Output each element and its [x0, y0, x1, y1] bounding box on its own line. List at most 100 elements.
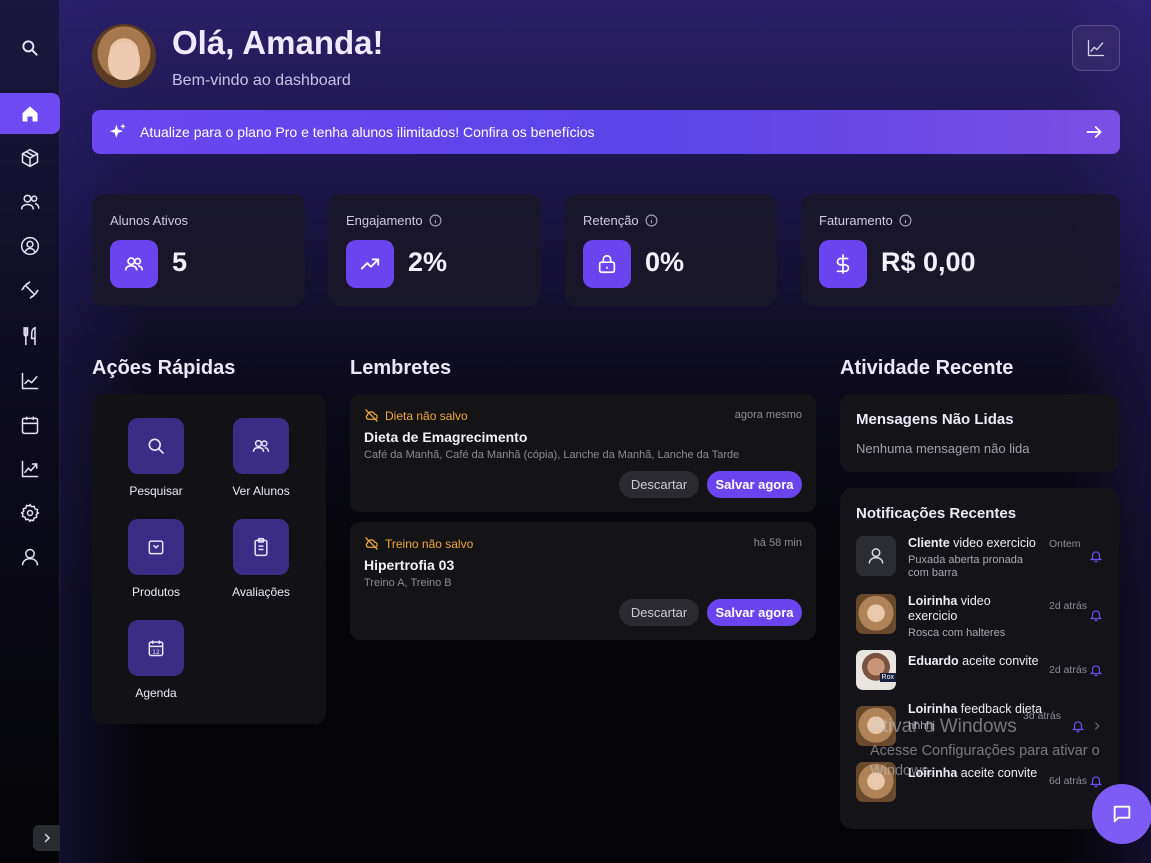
stat-badge	[583, 240, 631, 288]
bell-icon[interactable]	[1089, 549, 1103, 563]
unread-messages-title: Mensagens Não Lidas	[856, 411, 1014, 428]
sidebar-item-workouts[interactable]	[10, 273, 50, 307]
stat-value: 0%	[645, 247, 685, 277]
sidebar-item-diets[interactable]	[10, 319, 50, 353]
info-icon[interactable]	[899, 214, 912, 227]
quick-action-label: Avaliações	[232, 585, 290, 599]
stat-label: Retenção	[583, 213, 658, 228]
quick-action-tile[interactable]	[233, 418, 289, 474]
dumbbell-icon	[21, 281, 39, 299]
quick-actions-panel: Pesquisar Ver Alunos Produtos Avaliações…	[92, 394, 326, 724]
notifications-title: Notificações Recentes	[856, 505, 1017, 522]
notification-subtext: Puxada aberta pronada com barra	[908, 554, 1023, 579]
notification-item[interactable]: Eduardo aceite convite 2d atrás	[856, 650, 1111, 690]
reminder-subtitle: Treino A, Treino B	[364, 577, 452, 589]
box-icon	[21, 148, 39, 168]
sidebar-item-calendar[interactable]	[10, 408, 50, 442]
user-icon	[21, 548, 39, 566]
stat-card-retention: Retenção 0%	[565, 194, 777, 306]
sidebar	[0, 0, 60, 863]
sidebar-item-account[interactable]	[10, 540, 50, 574]
utensils-icon	[23, 326, 36, 346]
stat-value: R$ 0,00	[881, 247, 976, 277]
quick-action-tile[interactable]	[128, 418, 184, 474]
page-title: Olá, Amanda!	[172, 24, 384, 61]
info-icon[interactable]	[429, 214, 442, 227]
quick-action-students[interactable]: Ver Alunos	[211, 418, 311, 498]
sidebar-item-home[interactable]	[10, 97, 50, 131]
sidebar-item-products[interactable]	[10, 141, 50, 175]
user-avatar[interactable]	[92, 24, 156, 88]
sidebar-item-settings[interactable]	[10, 496, 50, 530]
analytics-button[interactable]	[1072, 25, 1120, 71]
upgrade-banner[interactable]: Atualize para o plano Pro e tenha alunos…	[92, 110, 1120, 154]
quick-action-tile[interactable]: 12	[128, 620, 184, 676]
stat-card-revenue: Faturamento R$ 0,00	[801, 194, 1120, 306]
notification-avatar	[856, 650, 896, 690]
recent-activity-title: Atividade Recente	[840, 357, 1014, 379]
cloud-off-icon	[365, 537, 378, 550]
save-now-button[interactable]: Salvar agora	[707, 471, 802, 498]
search-icon	[148, 438, 164, 454]
cloud-off-icon	[365, 409, 378, 422]
page-subtitle: Bem-vindo ao dashboard	[172, 72, 351, 89]
sidebar-item-progress[interactable]	[10, 364, 50, 398]
home-icon	[22, 106, 38, 122]
sidebar-item-analytics[interactable]	[10, 452, 50, 486]
quick-action-assessments[interactable]: Avaliações	[211, 519, 311, 599]
notification-item[interactable]: Cliente video exercicio Puxada aberta pro…	[856, 536, 1111, 580]
quick-action-search[interactable]: Pesquisar	[106, 418, 206, 498]
stat-label: Faturamento	[819, 213, 912, 228]
quick-action-label: Ver Alunos	[232, 484, 290, 498]
quick-action-products[interactable]: Produtos	[106, 519, 206, 599]
trending-up-icon	[360, 258, 380, 270]
quick-action-schedule[interactable]: 12 Agenda	[106, 620, 206, 700]
users-icon	[20, 194, 40, 210]
stat-badge	[346, 240, 394, 288]
chevron-right-icon	[44, 833, 50, 843]
save-now-button[interactable]: Salvar agora	[707, 599, 802, 626]
users-icon	[252, 439, 270, 452]
bell-icon[interactable]	[1089, 608, 1103, 622]
line-chart-icon	[1087, 39, 1105, 57]
notification-subtext: Rosca com halteres	[908, 627, 1006, 639]
bell-icon[interactable]	[1089, 663, 1103, 677]
arrow-right-icon	[1086, 126, 1102, 138]
reminder-card-diet: Dieta não salvo agora mesmo Dieta de Ema…	[350, 394, 816, 512]
info-icon[interactable]	[645, 214, 658, 227]
chevron-right-icon[interactable]	[1092, 720, 1102, 732]
stat-card-active-students: Alunos Ativos 5	[92, 194, 305, 306]
reminder-time: há 58 min	[753, 537, 802, 549]
users-icon	[124, 257, 144, 271]
sparkles-icon	[109, 123, 126, 138]
sidebar-item-profile[interactable]	[10, 229, 50, 263]
bell-icon[interactable]	[1071, 719, 1085, 733]
unread-messages-empty: Nenhuma mensagem não lida	[856, 441, 1030, 456]
reminders-title: Lembretes	[350, 357, 452, 379]
discard-button[interactable]: Descartar	[619, 599, 699, 626]
windows-activation-text: Acesse Configurações para ativar o Windo…	[870, 743, 1100, 779]
quick-action-label: Agenda	[135, 686, 177, 700]
stat-label: Engajamento	[346, 213, 442, 228]
discard-button[interactable]: Descartar	[619, 471, 699, 498]
quick-action-tile[interactable]	[233, 519, 289, 575]
sidebar-item-students[interactable]	[10, 185, 50, 219]
sidebar-item-search[interactable]	[10, 31, 50, 65]
gear-icon	[20, 503, 40, 523]
trending-chart-icon	[21, 460, 39, 478]
stat-value: 2%	[408, 247, 448, 277]
notification-time: 3d atrás	[1023, 710, 1061, 722]
windows-activation-title: Ativar o Windows	[870, 716, 1017, 737]
notification-time: 2d atrás	[1049, 664, 1087, 676]
reminder-time: agora mesmo	[734, 409, 802, 421]
search-icon	[22, 40, 38, 56]
reminder-title: Hipertrofia 03	[364, 557, 455, 573]
notification-time: Ontem	[1049, 538, 1081, 550]
reminder-card-workout: Treino não salvo há 58 min Hipertrofia 0…	[350, 522, 816, 640]
quick-action-tile[interactable]	[128, 519, 184, 575]
chat-button[interactable]	[1092, 784, 1151, 844]
reminder-status: Treino não salvo	[364, 536, 473, 551]
notification-item[interactable]: Loirinha video exercicio Rosca com halter…	[856, 594, 1111, 639]
quick-action-label: Produtos	[131, 585, 181, 599]
sidebar-expand-button[interactable]	[33, 825, 60, 851]
